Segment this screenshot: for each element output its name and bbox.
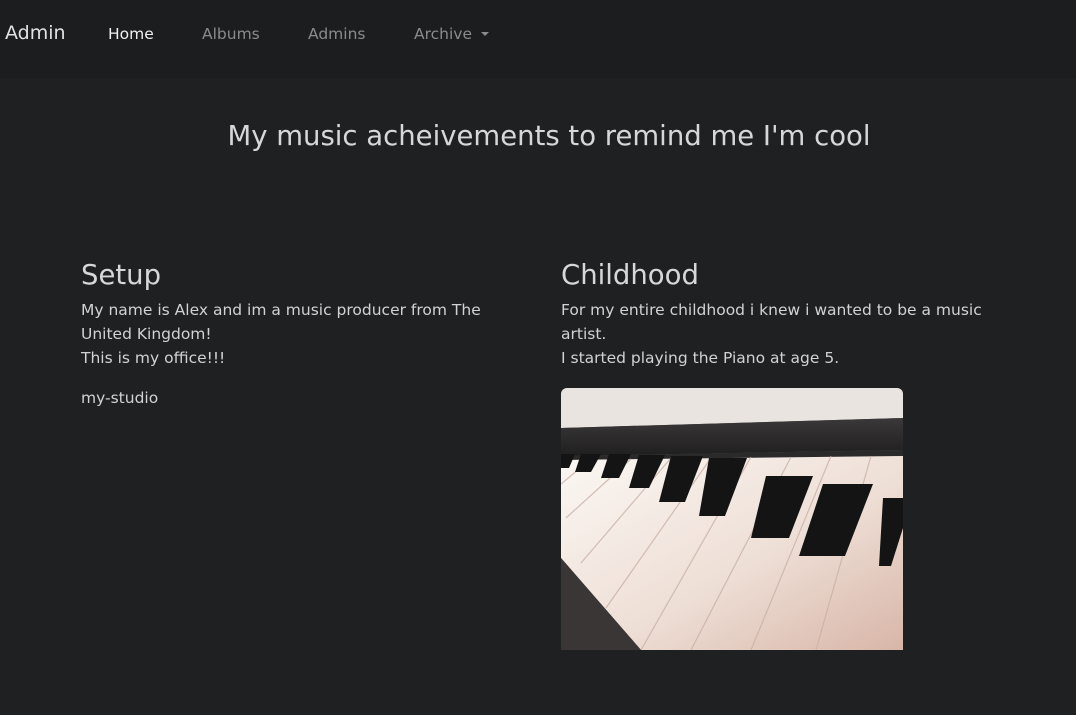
childhood-line: I started playing the Piano at age 5. (561, 349, 840, 367)
nav-archive-label: Archive (414, 25, 472, 43)
setup-line: United Kingdom! (81, 325, 212, 343)
nav-home[interactable]: Home (108, 25, 154, 43)
nav-admins[interactable]: Admins (308, 25, 365, 43)
studio-image-broken: my-studio (81, 389, 159, 407)
setup-section: Setup My name is Alex and im a music pro… (81, 258, 521, 410)
setup-text: My name is Alex and im a music producer … (81, 298, 521, 370)
childhood-section: Childhood For my entire childhood i knew… (561, 258, 1001, 370)
navbar-brand[interactable]: Admin (5, 22, 66, 44)
childhood-line: artist. (561, 325, 607, 343)
nav-albums[interactable]: Albums (202, 25, 260, 43)
page-title: My music acheivements to remind me I'm c… (227, 120, 871, 152)
setup-line: This is my office!!! (81, 349, 226, 367)
caret-down-icon (481, 32, 489, 36)
top-navbar: Admin Home Albums Admins Archive (0, 0, 1076, 78)
setup-line: My name is Alex and im a music producer … (81, 301, 481, 319)
piano-image (561, 388, 903, 650)
setup-heading: Setup (81, 259, 162, 291)
nav-archive-dropdown[interactable]: Archive (414, 25, 489, 43)
childhood-line: For my entire childhood i knew i wanted … (561, 301, 982, 319)
childhood-text: For my entire childhood i knew i wanted … (561, 298, 1001, 370)
childhood-heading: Childhood (561, 259, 699, 291)
